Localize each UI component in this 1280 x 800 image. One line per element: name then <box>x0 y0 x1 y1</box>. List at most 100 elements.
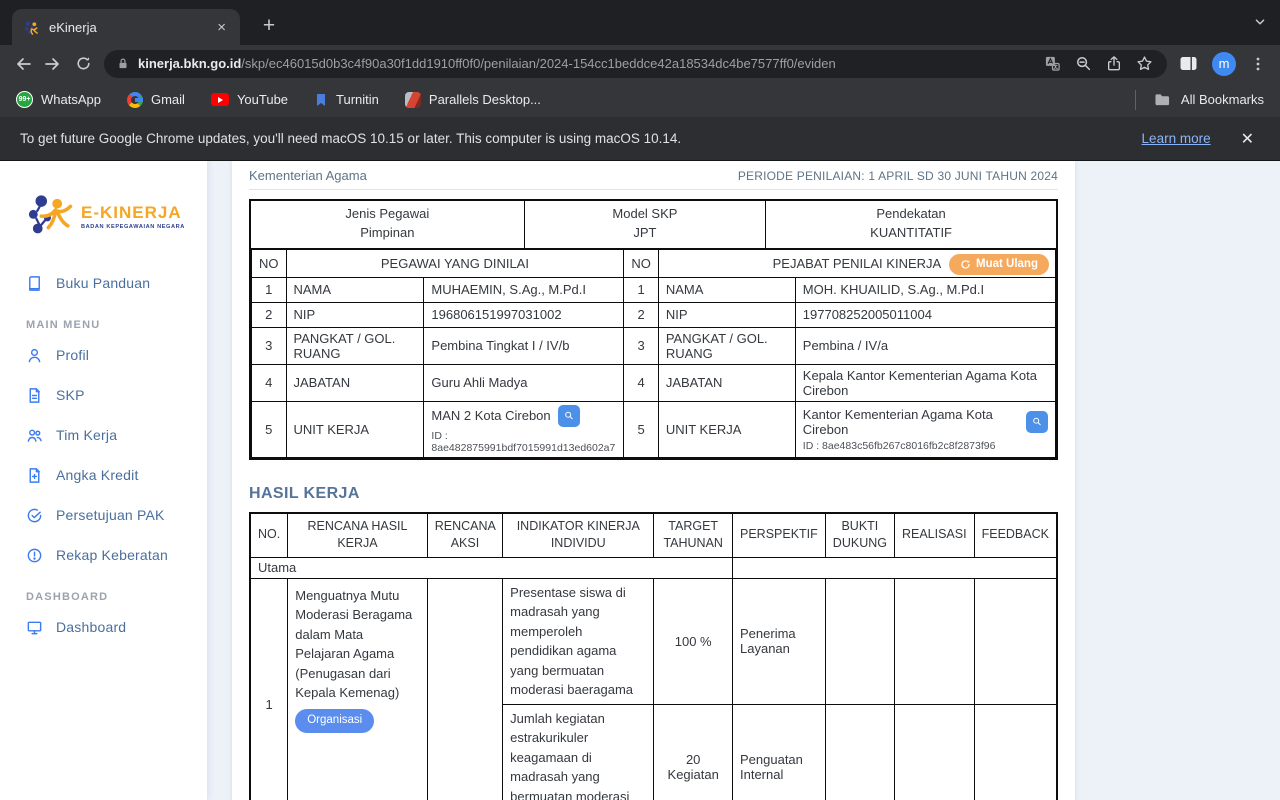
people-icon <box>26 427 43 444</box>
youtube-icon <box>211 93 229 106</box>
meta-value: Pimpinan <box>251 224 524 243</box>
meta-model-skp: Model SKP JPT <box>525 201 767 248</box>
tab-close-icon[interactable]: × <box>213 19 230 36</box>
gmail-icon <box>127 92 143 108</box>
hasil-kerja-title: HASIL KERJA <box>249 485 1058 503</box>
perspektif-cell: Penerima Layanan <box>733 578 826 704</box>
menu-kebab-icon[interactable] <box>1250 56 1266 72</box>
sidebar-item-label: Buku Panduan <box>56 275 150 291</box>
notification-text: To get future Google Chrome updates, you… <box>20 131 681 146</box>
bookmark-star-icon[interactable] <box>1136 55 1153 72</box>
monitor-icon <box>26 619 43 636</box>
url-bar[interactable]: kinerja.bkn.go.id/skp/ec46015d0b3c4f90a3… <box>104 50 1167 78</box>
folder-icon <box>1154 92 1171 107</box>
organisasi-badge: Organisasi <box>295 709 374 733</box>
table-row: 3 PANGKAT / GOL. RUANG Pembina Tingkat I… <box>252 327 1056 364</box>
bookmark-gmail[interactable]: Gmail <box>127 92 185 108</box>
sidebar-section-dashboard: DASHBOARD <box>26 591 207 603</box>
card-header: Kementerian Agama PERIODE PENILAIAN: 1 A… <box>249 161 1058 190</box>
bookmark-youtube[interactable]: YouTube <box>211 92 288 107</box>
sidebar-item-skp[interactable]: SKP <box>0 375 207 415</box>
share-icon[interactable] <box>1106 55 1122 72</box>
skp-card: Kementerian Agama PERIODE PENILAIAN: 1 A… <box>232 161 1075 800</box>
person-icon <box>26 347 43 364</box>
document-plus-icon <box>26 467 43 484</box>
bookmarks-bar: 99+ WhatsApp Gmail YouTube Turnitin Para… <box>0 82 1280 117</box>
sidebar-item-buku-panduan[interactable]: Buku Panduan <box>0 263 207 303</box>
row-no: 1 <box>252 277 287 302</box>
sidebar-item-angka-kredit[interactable]: Angka Kredit <box>0 455 207 495</box>
sidebar-item-profil[interactable]: Profil <box>0 335 207 375</box>
browser-tab[interactable]: eKinerja × <box>12 9 240 45</box>
zoom-icon[interactable] <box>1075 55 1092 72</box>
all-bookmarks-button[interactable]: All Bookmarks <box>1135 90 1264 110</box>
book-icon <box>26 275 43 292</box>
col-rencana-aksi: RENCANA AKSI <box>427 513 502 558</box>
document-icon <box>26 387 43 404</box>
reload-icon[interactable] <box>68 49 98 79</box>
table-row: 4 JABATAN Guru Ahli Madya 4 JABATAN Kepa… <box>252 364 1056 401</box>
bookmark-turnitin[interactable]: Turnitin <box>314 92 379 107</box>
muat-ulang-label: Muat Ulang <box>976 258 1038 270</box>
row-value: Pembina / IV/a <box>795 327 1055 364</box>
ekinerja-logo: E-KINERJA BADAN KEPEGAWAIAN NEGARA <box>28 191 207 243</box>
learn-more-link[interactable]: Learn more <box>1142 131 1211 146</box>
turnitin-icon <box>314 93 328 107</box>
col-target-tahunan: TARGET TAHUNAN <box>654 513 733 558</box>
sidebar-item-label: Profil <box>56 347 89 363</box>
bookmark-parallels[interactable]: Parallels Desktop... <box>405 92 541 108</box>
sidebar-menu: Buku Panduan MAIN MENU Profil SKP <box>0 263 207 647</box>
notification-close-icon[interactable]: ✕ <box>1241 129 1254 149</box>
row-value: 196806151997031002 <box>424 302 624 327</box>
logo-subtitle: BADAN KEPEGAWAIAN NEGARA <box>81 224 185 230</box>
rencana-aksi-cell <box>427 578 502 800</box>
col-bukti-dukung: BUKTI DUKUNG <box>825 513 894 558</box>
meta-jenis-pegawai: Jenis Pegawai Pimpinan <box>251 201 525 248</box>
row-no: 4 <box>252 364 287 401</box>
sidebar-item-rekap-keberatan[interactable]: Rekap Keberatan <box>0 535 207 575</box>
unit-kerja-search-button[interactable] <box>558 405 580 427</box>
new-tab-button[interactable]: + <box>256 14 282 40</box>
alert-circle-icon <box>26 547 43 564</box>
meta-pendekatan: Pendekatan KUANTITATIF <box>766 201 1056 248</box>
translate-icon[interactable] <box>1044 55 1061 72</box>
bookmark-label: WhatsApp <box>41 92 101 107</box>
sidebar-item-dashboard[interactable]: Dashboard <box>0 607 207 647</box>
unit-kerja-right-cell: Kantor Kementerian Agama Kota Cirebon ID… <box>795 401 1055 457</box>
col-pegawai-dinilai: PEGAWAI YANG DINILAI <box>286 249 624 277</box>
check-circle-icon <box>26 507 43 524</box>
col-feedback: FEEDBACK <box>974 513 1057 558</box>
bookmark-whatsapp[interactable]: 99+ WhatsApp <box>16 91 101 108</box>
meta-row: Jenis Pegawai Pimpinan Model SKP JPT Pen… <box>251 201 1056 249</box>
table-row: 1 NAMA MUHAEMIN, S.Ag., M.Pd.I 1 NAMA MO… <box>252 277 1056 302</box>
meta-value: JPT <box>525 224 766 243</box>
sidebar-item-tim-kerja[interactable]: Tim Kerja <box>0 415 207 455</box>
profile-avatar[interactable]: m <box>1212 52 1236 76</box>
row-no: 1 <box>624 277 659 302</box>
tab-list-chevron-icon[interactable] <box>1252 14 1268 30</box>
back-icon[interactable] <box>8 49 38 79</box>
feedback-cell <box>974 578 1057 704</box>
meta-label: Model SKP <box>525 205 766 224</box>
main-area: Kementerian Agama PERIODE PENILAIAN: 1 A… <box>207 161 1280 800</box>
unit-kerja-search-button[interactable] <box>1026 411 1048 433</box>
sidebar-item-persetujuan-pak[interactable]: Persetujuan PAK <box>0 495 207 535</box>
col-pejabat-penilai: PEJABAT PENILAI KINERJA Muat Ulang <box>658 249 1055 277</box>
col-perspektif: PERSPEKTIF <box>733 513 826 558</box>
row-no: 2 <box>252 302 287 327</box>
sidebar-item-label: Tim Kerja <box>56 427 117 443</box>
url-text: kinerja.bkn.go.id/skp/ec46015d0b3c4f90a3… <box>138 56 1040 71</box>
sidebar-item-label: SKP <box>56 387 85 403</box>
side-panel-icon[interactable] <box>1179 55 1198 72</box>
bookmark-label: Parallels Desktop... <box>429 92 541 107</box>
row-label: NIP <box>286 302 424 327</box>
row-value: Guru Ahli Madya <box>424 364 624 401</box>
forward-icon[interactable] <box>38 49 68 79</box>
unit-kerja-value: Kantor Kementerian Agama Kota Cirebon <box>803 407 1019 437</box>
assessment-period: PERIODE PENILAIAN: 1 APRIL SD 30 JUNI TA… <box>738 169 1058 183</box>
bookmark-label: Turnitin <box>336 92 379 107</box>
ekinerja-favicon-icon <box>24 20 39 35</box>
sidebar-item-label: Dashboard <box>56 619 126 635</box>
perspektif-cell: Penguatan Internal <box>733 704 826 800</box>
muat-ulang-button[interactable]: Muat Ulang <box>949 254 1049 275</box>
